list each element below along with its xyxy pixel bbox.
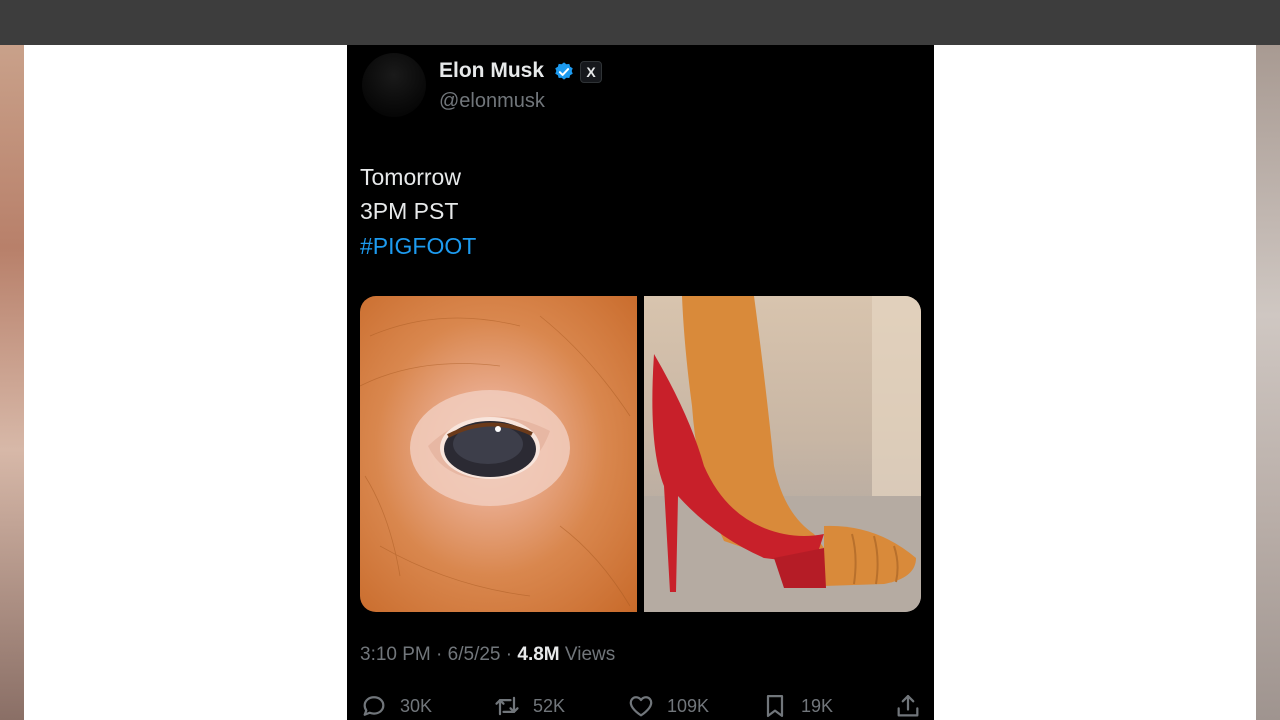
tweet-media[interactable] <box>360 296 921 612</box>
repost-icon <box>495 696 519 716</box>
author-handle[interactable]: @elonmusk <box>439 90 545 113</box>
reply-icon <box>363 696 385 716</box>
tweet-card: Elon Musk X @elonmusk Tomorrow 3PM PST #… <box>347 45 934 720</box>
tweet-date[interactable]: 6/5/25 <box>448 644 501 665</box>
bookmark-icon <box>766 694 784 718</box>
top-bar <box>0 0 1280 45</box>
bookmark-count: 19K <box>801 695 834 716</box>
tweet-meta: 3:10 PM · 6/5/25 · 4.8M Views <box>360 644 615 666</box>
heart-icon <box>629 696 653 717</box>
bookmark-button[interactable]: 19K <box>761 692 833 720</box>
x-badge-icon: X <box>580 61 602 83</box>
like-count: 109K <box>667 695 710 716</box>
pig-eye-image[interactable] <box>360 296 637 612</box>
share-icon <box>897 694 919 717</box>
tweet-actions: 30K 52K 109K 19K <box>347 690 934 720</box>
tweet-text-line: Tomorrow <box>360 164 461 190</box>
repost-count: 52K <box>533 695 566 716</box>
meta-separator: · <box>505 644 518 665</box>
reply-count: 30K <box>400 695 433 716</box>
repost-button[interactable]: 52K <box>493 692 565 720</box>
hashtag-link[interactable]: #PIGFOOT <box>360 233 476 260</box>
tweet-text-line: 3PM PST <box>360 198 459 224</box>
like-button[interactable]: 109K <box>627 692 709 720</box>
reply-button[interactable]: 30K <box>360 692 432 720</box>
background-image-right <box>1256 45 1280 720</box>
high-heel-image[interactable] <box>644 296 921 612</box>
tweet-time[interactable]: 3:10 PM <box>360 644 431 665</box>
views-label: Views <box>564 644 616 665</box>
background-image-left <box>0 45 24 720</box>
meta-separator: · <box>436 644 448 665</box>
share-button[interactable] <box>894 692 922 720</box>
views-count: 4.8M <box>517 644 560 665</box>
avatar[interactable] <box>362 53 426 117</box>
author-name[interactable]: Elon Musk <box>439 59 544 83</box>
verified-badge-icon <box>555 62 573 80</box>
